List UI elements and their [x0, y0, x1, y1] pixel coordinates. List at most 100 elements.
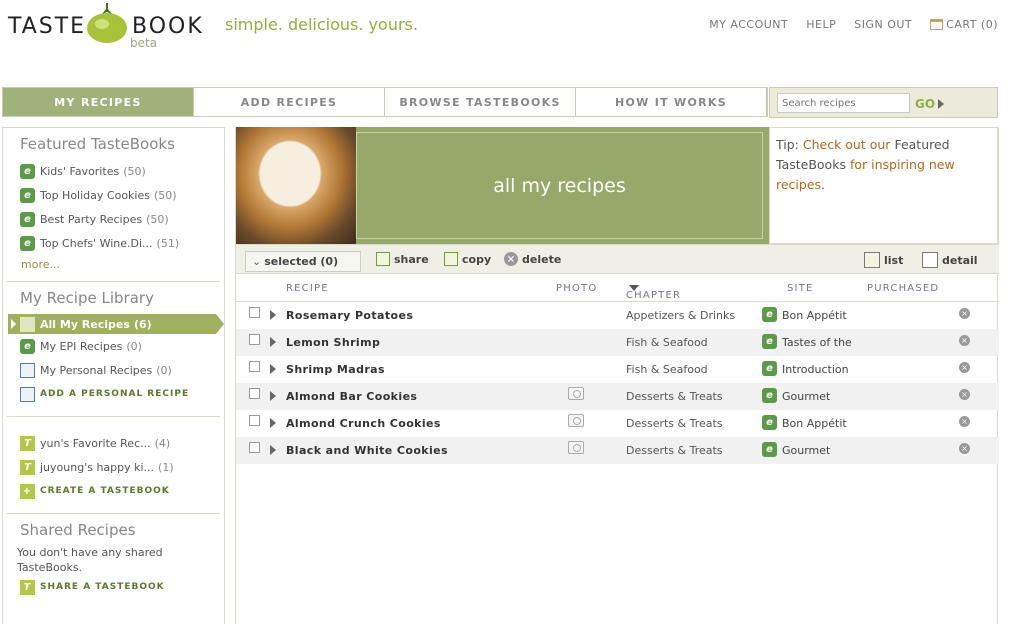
featured-item-count: (50): [123, 164, 146, 178]
recipe-site[interactable]: Tastes of the: [782, 336, 852, 349]
recipe-library-heading: My Recipe Library: [20, 289, 154, 307]
share-label: share: [394, 252, 429, 266]
table-row[interactable]: Lemon Shrimp Fish & Seafood e Tastes of the…: [236, 329, 999, 356]
add-personal-recipe-label: ADD A PERSONAL RECIPE: [40, 389, 190, 399]
library-item-all-my-recipes[interactable]: All My Recipes (6): [8, 314, 224, 334]
col-chapter[interactable]: CHAPTER: [626, 283, 680, 301]
sign-out-link[interactable]: SIGN OUT: [854, 18, 912, 31]
search-input[interactable]: [777, 93, 910, 113]
featured-more-link[interactable]: more...: [3, 258, 224, 271]
tab-browse-tastebooks[interactable]: BROWSE TASTEBOOKS: [385, 88, 576, 116]
add-personal-recipe-button[interactable]: ADD A PERSONAL RECIPE: [3, 382, 224, 406]
remove-icon[interactable]: ×: [959, 389, 970, 400]
delete-label: delete: [522, 252, 562, 266]
row-checkbox[interactable]: [249, 361, 260, 372]
expand-arrow-icon[interactable]: [270, 337, 276, 347]
featured-item-count: (51): [156, 236, 180, 250]
row-checkbox[interactable]: [249, 307, 260, 318]
remove-icon[interactable]: ×: [959, 416, 970, 427]
expand-arrow-icon[interactable]: [270, 445, 276, 455]
recipe-chapter: Desserts & Treats: [626, 417, 723, 430]
table-row[interactable]: Rosemary Potatoes Appetizers & Drinks e Bon…: [236, 302, 999, 329]
go-label: GO: [915, 97, 936, 111]
view-list-button[interactable]: list: [864, 252, 903, 268]
library-item-personal-recipes[interactable]: My Personal Recipes (0): [3, 358, 224, 382]
table-row[interactable]: Almond Crunch Cookies Desserts & Treats e B…: [236, 410, 999, 437]
recipe-name[interactable]: Shrimp Madras: [286, 363, 385, 376]
recipe-site[interactable]: Gourmet: [782, 390, 830, 403]
recipe-site[interactable]: Gourmet: [782, 444, 830, 457]
copy-button[interactable]: copy: [444, 252, 491, 266]
recipe-name[interactable]: Black and White Cookies: [286, 444, 448, 457]
featured-item[interactable]: e Kids' Favorites (50): [3, 159, 224, 183]
document-icon: [20, 362, 35, 378]
col-recipe[interactable]: RECIPE: [286, 283, 329, 294]
go-button[interactable]: GO: [915, 97, 945, 111]
row-checkbox[interactable]: [249, 442, 260, 453]
camera-icon[interactable]: [568, 414, 584, 427]
featured-item-count: (50): [153, 188, 177, 202]
tab-how-it-works[interactable]: HOW IT WORKS: [576, 88, 767, 116]
remove-icon[interactable]: ×: [959, 443, 970, 454]
row-checkbox[interactable]: [249, 334, 260, 345]
recipe-site[interactable]: Bon Appétit: [782, 309, 847, 322]
row-checkbox[interactable]: [249, 388, 260, 399]
tastebook-item[interactable]: T juyoung's happy ki... (1): [3, 455, 224, 479]
expand-arrow-icon[interactable]: [270, 418, 276, 428]
featured-item[interactable]: e Best Party Recipes (50): [3, 207, 224, 231]
tip-prefix: Tip:: [776, 137, 799, 152]
col-purchased[interactable]: PURCHASED: [867, 283, 939, 294]
view-detail-button[interactable]: detail: [922, 252, 978, 268]
recipe-name[interactable]: Almond Crunch Cookies: [286, 417, 441, 430]
tab-add-recipes[interactable]: ADD RECIPES: [194, 88, 385, 116]
recipe-name[interactable]: Almond Bar Cookies: [286, 390, 417, 403]
col-photo[interactable]: PHOTO: [556, 283, 597, 294]
featured-item-label: Top Chefs' Wine.Di...: [40, 236, 153, 250]
cart-icon: [930, 19, 944, 30]
add-document-icon: [20, 386, 35, 402]
camera-icon[interactable]: [568, 441, 584, 454]
create-tastebook-button[interactable]: + CREATE A TASTEBOOK: [3, 479, 224, 503]
tip-link-check-out[interactable]: Check out our: [803, 137, 891, 152]
delete-button[interactable]: × delete: [504, 252, 561, 266]
create-tastebook-label: CREATE A TASTEBOOK: [40, 486, 170, 496]
table-row[interactable]: Black and White Cookies Desserts & Treats…: [236, 437, 999, 464]
share-tastebook-icon: T: [20, 579, 35, 595]
expand-arrow-icon[interactable]: [270, 310, 276, 320]
go-arrow-icon: [938, 99, 945, 109]
remove-icon[interactable]: ×: [959, 362, 970, 373]
table-row[interactable]: Shrimp Madras Fish & Seafood e Introduction…: [236, 356, 999, 383]
recipe-site[interactable]: Bon Appétit: [782, 417, 847, 430]
recipe-name[interactable]: Lemon Shrimp: [286, 336, 380, 349]
my-account-link[interactable]: MY ACCOUNT: [709, 18, 788, 31]
tastebook-logo[interactable]: TASTE BOOK beta: [8, 3, 202, 52]
expand-arrow-icon[interactable]: [270, 364, 276, 374]
recipe-name[interactable]: Rosemary Potatoes: [286, 309, 413, 322]
selected-dropdown[interactable]: selected (0): [245, 251, 361, 272]
recipe-rows: Rosemary Potatoes Appetizers & Drinks e Bon…: [236, 302, 999, 464]
expand-arrow-icon[interactable]: [270, 391, 276, 401]
col-site[interactable]: SITE: [787, 283, 814, 294]
share-tastebook-button[interactable]: T SHARE A TASTEBOOK: [3, 575, 224, 599]
epicurious-icon: e: [20, 211, 35, 227]
share-icon: [376, 252, 390, 266]
library-item-label: My EPI Recipes: [40, 339, 123, 353]
featured-item[interactable]: e Top Holiday Cookies (50): [3, 183, 224, 207]
tab-my-recipes[interactable]: MY RECIPES: [3, 88, 194, 116]
featured-item[interactable]: e Top Chefs' Wine.Di... (51): [3, 231, 224, 255]
row-checkbox[interactable]: [249, 415, 260, 426]
help-link[interactable]: HELP: [806, 18, 836, 31]
tastebook-item[interactable]: T yun's Favorite Rec... (4): [3, 431, 224, 455]
remove-icon[interactable]: ×: [959, 335, 970, 346]
remove-icon[interactable]: ×: [959, 308, 970, 319]
camera-icon[interactable]: [568, 387, 584, 400]
list-view-icon: [864, 252, 880, 268]
share-button[interactable]: share: [376, 252, 429, 266]
library-item-epi-recipes[interactable]: e My EPI Recipes (0): [3, 334, 224, 358]
logo-text-taste: TASTE: [8, 14, 87, 39]
banner-title: all my recipes: [356, 132, 763, 239]
table-row[interactable]: Almond Bar Cookies Desserts & Treats e Gour…: [236, 383, 999, 410]
cart-link[interactable]: CART (0): [930, 18, 998, 31]
detail-label: detail: [942, 253, 978, 267]
recipe-site[interactable]: Introduction: [782, 363, 849, 376]
